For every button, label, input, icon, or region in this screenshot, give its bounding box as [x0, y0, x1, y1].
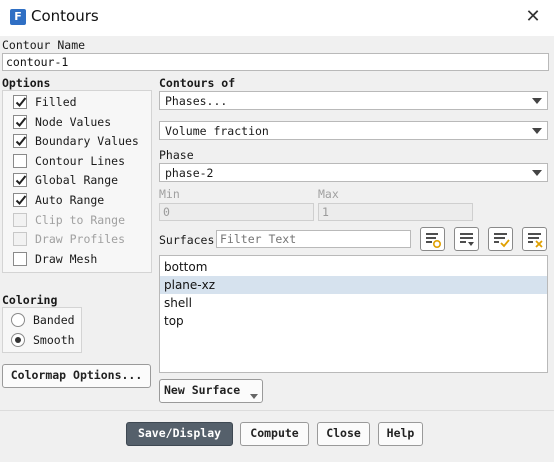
- surface-groups-button[interactable]: [454, 227, 479, 251]
- options-header: Options: [2, 76, 51, 90]
- contours-of-label: Contours of: [159, 76, 236, 90]
- chevron-down-icon: [532, 98, 542, 104]
- list-dropdown-icon: [460, 233, 474, 246]
- checkbox-box: [13, 212, 27, 227]
- max-label: Max: [318, 187, 339, 201]
- contours-of-category-dropdown[interactable]: Phases...: [159, 91, 548, 110]
- surface-item-top[interactable]: top: [160, 312, 547, 330]
- radio-indicator: [11, 333, 25, 347]
- option-draw-profiles-label: Draw Profiles: [35, 232, 126, 247]
- radio-selected-dot: [15, 337, 21, 343]
- checkmark-icon: [13, 114, 27, 129]
- contours-of-variable-dropdown[interactable]: Volume fraction: [159, 121, 548, 140]
- compute-button[interactable]: Compute: [240, 422, 309, 446]
- list-filter-icon: [426, 233, 442, 249]
- coloring-banded-label: Banded: [33, 313, 75, 327]
- title-bar: F Contours ✕: [0, 0, 554, 36]
- help-button[interactable]: Help: [378, 422, 423, 446]
- option-global-range-label: Global Range: [35, 173, 119, 188]
- contours-of-category-value: Phases...: [165, 94, 228, 108]
- checkbox-box: [13, 251, 27, 266]
- contours-of-variable-value: Volume fraction: [165, 124, 269, 138]
- option-draw-mesh-label: Draw Mesh: [35, 251, 98, 266]
- checkbox-box: [13, 232, 27, 247]
- checkmark-icon: [13, 173, 27, 188]
- surface-item-plane-xz[interactable]: plane-xz: [160, 276, 547, 294]
- close-button[interactable]: Close: [317, 422, 370, 446]
- checkbox-box: [13, 153, 27, 168]
- surface-item-bottom[interactable]: bottom: [160, 258, 547, 276]
- list-check-icon: [494, 233, 510, 248]
- surfaces-list[interactable]: bottom plane-xz shell top: [159, 255, 548, 373]
- chevron-down-icon: [250, 394, 258, 399]
- phase-label: Phase: [159, 148, 194, 162]
- chevron-down-icon: [532, 170, 542, 176]
- save-display-button[interactable]: Save/Display: [126, 422, 233, 446]
- option-boundary-values-label: Boundary Values: [35, 134, 139, 149]
- min-label: Min: [159, 187, 180, 201]
- new-surface-button[interactable]: New Surface: [159, 379, 263, 403]
- contour-name-input[interactable]: [2, 53, 549, 71]
- app-icon: F: [10, 9, 26, 25]
- option-auto-range-label: Auto Range: [35, 193, 105, 207]
- checkmark-icon: [13, 134, 27, 149]
- min-input[interactable]: [159, 203, 314, 221]
- options-group: Filled Node Values Boundary Values Contour …: [2, 90, 152, 273]
- checkmark-icon: [13, 95, 27, 109]
- coloring-header: Coloring: [2, 293, 58, 307]
- new-surface-label: New Surface: [164, 383, 241, 397]
- chevron-down-icon: [532, 128, 542, 134]
- max-input[interactable]: [318, 203, 473, 221]
- option-clip-to-range-label: Clip to Range: [35, 212, 126, 227]
- phase-dropdown[interactable]: phase-2: [159, 163, 548, 182]
- surface-item-shell[interactable]: shell: [160, 294, 547, 312]
- coloring-smooth-label: Smooth: [33, 333, 75, 347]
- radio-indicator: [11, 313, 25, 327]
- checkmark-icon: [13, 193, 27, 207]
- option-node-values-label: Node Values: [35, 114, 112, 129]
- deselect-all-surfaces-button[interactable]: [522, 227, 547, 251]
- surfaces-label: Surfaces: [159, 233, 215, 247]
- coloring-group: Banded Smooth: [2, 307, 82, 353]
- close-icon[interactable]: ✕: [520, 6, 546, 30]
- filter-surfaces-button[interactable]: [420, 227, 445, 251]
- select-all-surfaces-button[interactable]: [488, 227, 513, 251]
- colormap-options-button[interactable]: Colormap Options...: [2, 364, 151, 388]
- list-clear-icon: [528, 233, 543, 248]
- option-contour-lines-label: Contour Lines: [35, 153, 126, 168]
- phase-value: phase-2: [165, 166, 214, 180]
- surfaces-filter-input[interactable]: [216, 230, 411, 248]
- contour-name-label: Contour Name: [2, 38, 86, 52]
- option-filled-label: Filled: [35, 95, 77, 109]
- window-title: Contours: [31, 7, 99, 25]
